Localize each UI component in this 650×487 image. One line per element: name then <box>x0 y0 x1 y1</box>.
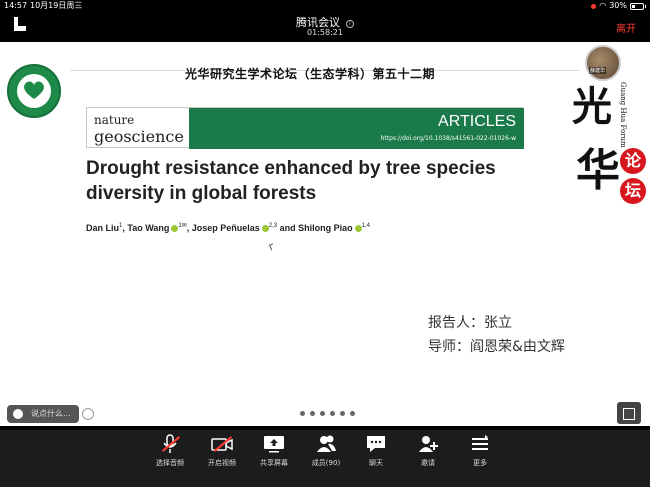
author-affiliation: 2,3 <box>268 223 278 229</box>
meeting-timer: 01:58:21 <box>307 28 343 37</box>
journal-section: ARTICLES <box>438 113 516 130</box>
comment-input[interactable]: 说点什么... <box>7 405 79 423</box>
status-right: ◠ 30% <box>591 0 646 12</box>
author-name: Josep Peñuelas <box>191 223 260 233</box>
page-indicator[interactable] <box>300 411 355 416</box>
paper-title: Drought resistance enhanced by tree spec… <box>86 158 496 204</box>
orcid-icon <box>354 225 362 232</box>
tool-label: 共享屏幕 <box>260 459 288 467</box>
meeting-toolbar: 选择音频 开启视频 共享屏幕 成员(90) 聊天 邀请 更多 <box>0 430 650 487</box>
seal-char: 坛 <box>620 178 646 204</box>
forum-title: 光华研究生学术论坛（生态学科）第五十二期 <box>184 67 435 81</box>
page-dot[interactable] <box>340 411 345 416</box>
status-time: 14:57 <box>4 1 28 10</box>
invite-button[interactable]: 邀请 <box>400 434 456 468</box>
page-dot[interactable] <box>300 411 305 416</box>
author-name: Tao Wang <box>127 223 170 233</box>
forum-english-name: Guang Hua Forum <box>619 82 627 148</box>
advisor-line: 导师：阎恩荣&由文辉 <box>428 339 565 355</box>
author-name: Dan Liu <box>86 223 119 233</box>
tool-label: 选择音频 <box>156 459 184 467</box>
comment-placeholder: 说点什么... <box>31 409 71 418</box>
author-affiliation: 1 <box>119 223 123 229</box>
more-button[interactable]: 更多 <box>452 434 508 468</box>
status-bar: 14:57 10月19日周三 ◠ 30% <box>0 0 650 12</box>
seal-char: 论 <box>620 148 646 174</box>
more-icon <box>469 434 491 454</box>
reaction-icon[interactable] <box>82 408 94 420</box>
audio-button[interactable]: 选择音频 <box>142 434 198 468</box>
journal-banner: nature geoscience ARTICLES https://doi.o… <box>86 107 524 149</box>
leave-button[interactable]: 离开 <box>616 20 636 35</box>
members-icon <box>315 434 337 454</box>
author-affiliation: 1✉ <box>178 223 187 229</box>
invite-icon <box>417 434 439 454</box>
chat-button[interactable]: 聊天 <box>348 434 404 468</box>
orcid-icon <box>261 225 269 232</box>
meeting-header: 腾讯会议 i 01:58:21 离开 <box>0 12 650 41</box>
meeting-window: 14:57 10月19日周三 ◠ 30% 腾讯会议 i 01:58:21 离开 光… <box>0 0 650 487</box>
share-screen-icon <box>263 434 285 454</box>
journal-name-top: nature <box>94 113 135 127</box>
tool-label: 开启视频 <box>208 459 236 467</box>
tool-label: 邀请 <box>421 459 435 467</box>
page-dot[interactable] <box>350 411 355 416</box>
status-date: 10月19日周三 <box>30 1 83 10</box>
chat-icon <box>365 434 387 454</box>
tool-label: 成员(90) <box>311 459 341 467</box>
author-list: Dan Liu1, Tao Wang 1✉, Josep Peñuelas 2,3 … <box>86 223 371 233</box>
fullscreen-button[interactable] <box>617 402 641 424</box>
tool-label: 更多 <box>473 459 487 467</box>
recording-dot-icon <box>591 3 597 9</box>
journal-name-bottom: geoscience <box>94 127 184 146</box>
page-dot[interactable] <box>330 411 335 416</box>
battery-icon <box>630 2 646 10</box>
video-off-icon <box>211 434 233 454</box>
tool-label: 聊天 <box>369 459 383 467</box>
share-screen-button[interactable]: 共享屏幕 <box>246 434 302 468</box>
calligraphy-char: 光 <box>572 83 612 130</box>
reporter-line: 报告人：张立 <box>428 315 512 331</box>
speaker-name: 薛建华 <box>589 67 607 74</box>
journal-green-band: ARTICLES https://doi.org/10.1038/s41561-… <box>189 108 524 149</box>
mic-muted-icon <box>159 434 181 454</box>
wifi-icon: ◠ <box>599 1 607 10</box>
author-name: Shilong Piao <box>298 223 353 233</box>
page-dot[interactable] <box>310 411 315 416</box>
journal-doi: https://doi.org/10.1038/s41561-022-01026… <box>380 135 516 142</box>
heart-leaf-icon <box>24 81 44 99</box>
shared-screen: 光华研究生学术论坛（生态学科）第五十二期 nature geoscience A… <box>0 42 650 426</box>
mouse-pointer-icon <box>269 243 275 251</box>
video-button[interactable]: 开启视频 <box>194 434 250 468</box>
calligraphy-char: 华 <box>576 145 620 196</box>
members-button[interactable]: 成员(90) <box>298 434 354 468</box>
emoji-icon[interactable] <box>13 409 23 419</box>
author-affiliation: 1,4 <box>361 223 371 229</box>
info-icon[interactable]: i <box>346 20 354 28</box>
page-dot[interactable] <box>320 411 325 416</box>
battery-percent: 30% <box>609 1 627 10</box>
